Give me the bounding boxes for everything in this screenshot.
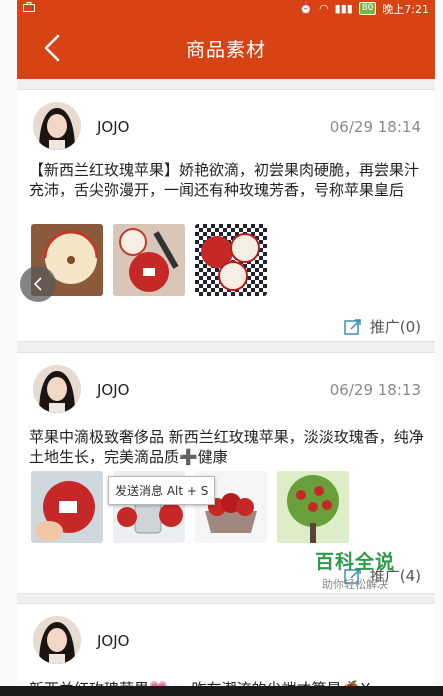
promote-button[interactable]: 推广(0) [344,316,421,337]
app-header: 商品素材 [17,17,435,79]
post-list[interactable]: JOJO 06/29 18:14 【新西兰红玫瑰苹果】娇艳欲滴，初尝果肉硬脆，再… [17,79,435,696]
post-header: JOJO [17,604,435,668]
author-name: JOJO [97,632,130,650]
post-card: JOJO 06/29 18:14 【新西兰红玫瑰苹果】娇艳欲滴，初尝果肉硬脆，再… [17,89,435,342]
bottom-edge [0,686,443,696]
author-name: JOJO [97,381,130,399]
app-window: ⏰ ◠ ▮▮▮ 80 晚上7:21 商品素材 JOJO 06/29 18:14 … [0,0,443,696]
post-text: 苹果中滴极致奢侈品 新西兰红玫瑰苹果，淡淡玫瑰香，纯净土地生长，完美滴品质➕健康 [29,428,424,466]
floating-back-button[interactable] [20,266,56,302]
briefcase-icon [23,2,299,15]
product-image[interactable] [113,224,185,296]
battery-indicator: 80 [358,2,377,15]
signal-icon: ▮▮▮ [334,2,353,15]
watermark-title: 百科全说 [314,551,395,573]
status-clock: 晚上7:21 [382,2,429,16]
avatar[interactable] [33,102,81,150]
tooltip: 发送消息 Alt + S [108,476,216,505]
watermark-subtitle: 助你轻松解决 [322,578,388,591]
avatar[interactable] [33,365,81,413]
post-text: 【新西兰红玫瑰苹果】娇艳欲滴，初尝果肉硬脆，再尝果汁充沛，舌尖弥漫开，一闻还有种… [29,161,420,199]
avatar[interactable] [33,616,81,664]
back-button[interactable] [37,31,67,65]
promote-label: 推广(0) [369,318,421,336]
left-margin [0,0,17,696]
product-image[interactable] [195,224,267,296]
author-name: JOJO [97,118,130,136]
right-margin [435,0,443,696]
product-image[interactable] [31,471,103,543]
post-header: JOJO 06/29 18:14 [17,90,435,154]
watermark-logo: 百科全说 助你轻松解决 [300,547,410,592]
post-time: 06/29 18:14 [329,118,421,136]
page-title: 商品素材 [185,38,266,61]
alarm-icon: ⏰ [299,2,314,15]
chevron-left-icon [44,34,60,62]
post-header: JOJO 06/29 18:13 [17,353,435,417]
post-card: JOJO 新西兰红玫瑰苹果💗 ... 昨在潮流的尖端才算是🍎X [17,603,435,696]
status-bar: ⏰ ◠ ▮▮▮ 80 晚上7:21 [17,0,435,17]
chevron-left-icon [33,277,42,291]
post-time: 06/29 18:13 [329,381,421,399]
share-edit-icon [344,318,361,335]
image-gallery [31,224,267,296]
product-image[interactable] [277,471,349,543]
wifi-icon: ◠ [319,2,329,15]
